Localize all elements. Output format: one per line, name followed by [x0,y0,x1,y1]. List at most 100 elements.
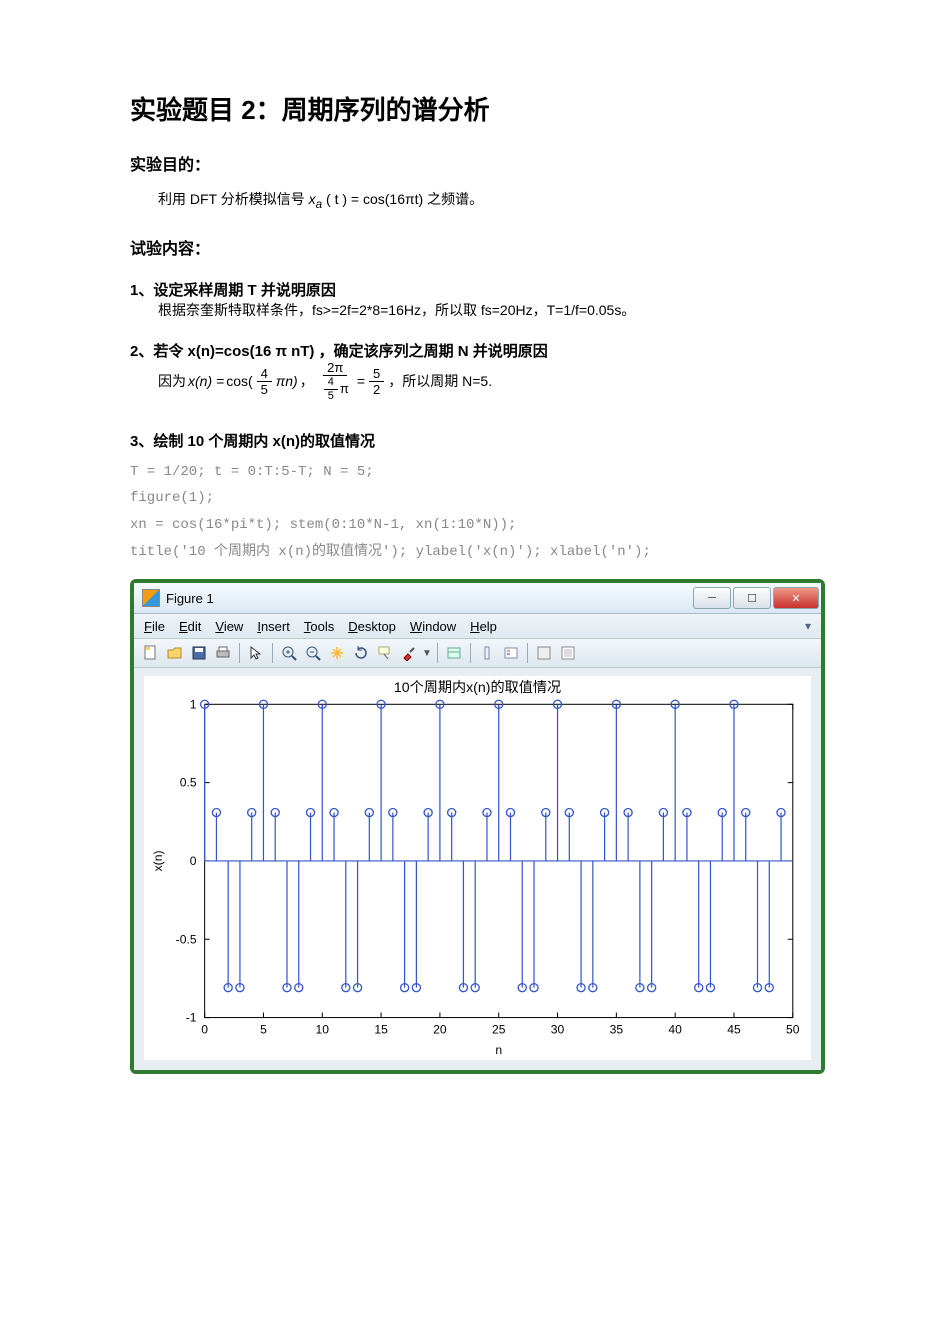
purpose-text: 利用 DFT 分析模拟信号 xa ( t ) = cos(16πt) 之频谱。 [158,189,825,211]
svg-text:30: 30 [551,1023,565,1037]
svg-text:10个周期内x(n)的取值情况: 10个周期内x(n)的取值情况 [394,679,561,695]
svg-text:35: 35 [610,1023,624,1037]
hide-plot-icon[interactable] [533,642,555,664]
text: ，所以周期 N=5. [388,371,492,391]
window-title: Figure 1 [166,591,214,606]
svg-text:20: 20 [433,1023,447,1037]
eq-cos: cos( [226,373,252,389]
section1-head: 1、设定采样周期 T 并说明原因 [130,279,825,300]
window-titlebar: Figure 1 ─ ☐ ✕ [134,583,821,614]
text: 利用 DFT 分析模拟信号 [158,191,309,207]
svg-text:40: 40 [668,1023,682,1037]
eq-x: x [309,191,316,207]
matlab-icon [142,589,160,607]
svg-text:n: n [495,1043,502,1057]
link-icon[interactable] [443,642,465,664]
fraction: 4 5 [324,377,338,402]
svg-text:10: 10 [316,1023,330,1037]
menubar: File Edit View Insert Tools Desktop Wind… [134,614,821,639]
numerator: 4 [324,377,338,390]
zoom-out-icon[interactable] [302,642,324,664]
toolbar-separator [239,643,240,663]
titlebar-left: Figure 1 [142,589,214,607]
svg-text:50: 50 [786,1023,800,1037]
brush-icon[interactable] [398,642,420,664]
denominator: 5 [324,390,338,402]
section3-head: 3、绘制 10 个周期内 x(n)的取值情况 [130,430,825,451]
toolbar-separator [470,643,471,663]
numerator: 2π [323,361,347,376]
svg-text:1: 1 [190,698,197,712]
pointer-icon[interactable] [245,642,267,664]
minimize-button[interactable]: ─ [693,587,731,609]
eq-eq: = [357,373,365,389]
window-buttons: ─ ☐ ✕ [691,587,819,609]
eq-sub: a [316,198,322,211]
eq-pin: πn) [276,373,298,389]
eq-arg: ( t ) [326,191,347,207]
eq-xn: x(n) = [188,373,224,389]
colorbar-icon[interactable] [476,642,498,664]
toolbar: ▼ [134,639,821,668]
page-title: 实验题目 2：周期序列的谱分析 [130,90,825,127]
svg-text:0: 0 [201,1023,208,1037]
svg-text:5: 5 [260,1023,267,1037]
eq-eq: = [351,191,363,207]
eq-rhs: cos(16πt) [363,191,423,207]
open-file-icon[interactable] [164,642,186,664]
pi: π [340,381,349,396]
toolbar-separator [272,643,273,663]
numerator: 4 [257,367,272,382]
plot-area: 10个周期内x(n)的取值情况05101520253035404550-1-0.… [134,668,821,1070]
content-heading: 试验内容： [130,235,825,259]
menu-desktop[interactable]: Desktop [348,619,396,634]
section2-head: 2、若令 x(n)=cos(16 π nT) ，确定该序列之周期 N 并说明原因 [130,340,825,361]
text: ， [300,371,314,391]
print-icon[interactable] [212,642,234,664]
svg-text:x(n): x(n) [151,851,165,872]
denominator: 5 [257,382,272,396]
svg-text:-0.5: -0.5 [176,932,197,946]
close-button[interactable]: ✕ [773,587,819,609]
menu-tools[interactable]: Tools [304,619,334,634]
fraction: 5 2 [369,367,384,396]
datatip-icon[interactable] [374,642,396,664]
svg-text:45: 45 [727,1023,741,1037]
text: 因为 [158,371,186,391]
new-file-icon[interactable] [140,642,162,664]
svg-text:25: 25 [492,1023,506,1037]
text: 之频谱。 [427,191,483,207]
svg-text:-1: -1 [186,1011,197,1025]
svg-text:0: 0 [190,854,197,868]
menu-file[interactable]: File [144,619,165,634]
legend-icon[interactable] [500,642,522,664]
purpose-heading: 实验目的： [130,151,825,175]
svg-text:0.5: 0.5 [180,776,197,790]
show-plot-icon[interactable] [557,642,579,664]
menu-window[interactable]: Window [410,619,456,634]
stem-plot: 10个周期内x(n)的取值情况05101520253035404550-1-0.… [144,676,811,1060]
document-page: { "title": "实验题目 2：周期序列的谱分析", "sections"… [0,0,945,1337]
maximize-button[interactable]: ☐ [733,587,771,609]
menu-edit[interactable]: Edit [179,619,201,634]
toolbar-separator [527,643,528,663]
code-block: T = 1/20; t = 0:T:5-T; N = 5; figure(1);… [130,459,825,565]
numerator: 5 [369,367,384,382]
menu-view[interactable]: View [215,619,243,634]
fraction: 4 5 [257,367,272,396]
denominator: 2 [369,382,384,396]
matlab-figure-window: Figure 1 ─ ☐ ✕ File Edit View Insert Too… [130,579,825,1074]
fraction: 2π 4 5 π [318,361,353,402]
menu-insert[interactable]: Insert [257,619,290,634]
menu-chevron-icon[interactable]: ▾ [805,619,811,633]
menu-help[interactable]: Help [470,619,497,634]
toolbar-separator [437,643,438,663]
save-icon[interactable] [188,642,210,664]
denominator: 4 5 π [318,376,353,402]
section1-body: 根据奈奎斯特取样条件，fs>=2f=2*8=16Hz，所以取 fs=20Hz，T… [158,300,825,320]
section2-equation: 因为 x(n) = cos( 4 5 πn) ， 2π 4 5 π = 5 2 … [158,361,825,402]
zoom-in-icon[interactable] [278,642,300,664]
rotate-icon[interactable] [350,642,372,664]
pan-icon[interactable] [326,642,348,664]
svg-text:15: 15 [374,1023,388,1037]
